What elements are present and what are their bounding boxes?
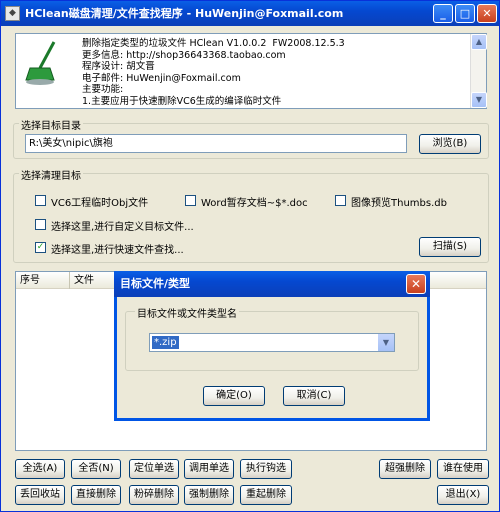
maximize-button[interactable]: □ — [455, 4, 475, 23]
ok-button[interactable]: 确定(O) — [203, 386, 265, 406]
who-uses-button[interactable]: 谁在使用 — [437, 459, 489, 479]
target-type-value[interactable]: *.zip — [152, 336, 179, 349]
app-icon: ◆ — [5, 6, 20, 21]
target-dir-field[interactable]: R:\美女\nipic\旗袍 — [25, 134, 407, 153]
recycle-button[interactable]: 丢回收站 — [15, 485, 65, 505]
exec-checked-button[interactable]: 执行钩选 — [240, 459, 292, 479]
word-temp-checkbox[interactable] — [185, 195, 196, 206]
thumbs-db-label: 图像预览Thumbs.db — [351, 198, 447, 209]
thumbs-db-checkbox[interactable] — [335, 195, 346, 206]
target-type-combo[interactable]: *.zip ▼ — [149, 333, 395, 352]
cancel-button[interactable]: 取消(C) — [283, 386, 345, 406]
word-temp-label: Word暂存文档~$*.doc — [201, 198, 308, 209]
dialog-group-label: 目标文件或文件类型名 — [135, 305, 239, 320]
quick-find-label: 选择这里,进行快速文件查找... — [51, 245, 184, 256]
minimize-button[interactable]: _ — [433, 4, 453, 23]
locate-single-button[interactable]: 定位单选 — [129, 459, 179, 479]
main-window: ◆ HClean磁盘清理/文件查找程序 - HuWenjin@Foxmail.c… — [0, 0, 500, 512]
custom-target-label: 选择这里,进行自定义目标文件... — [51, 222, 194, 233]
select-none-button[interactable]: 全否(N) — [71, 459, 121, 479]
scroll-down-icon[interactable]: ▼ — [471, 92, 487, 108]
dialog-title-text: 目标文件/类型 — [120, 277, 191, 290]
info-scrollbar[interactable]: ▲ ▼ — [470, 34, 487, 108]
chevron-down-icon[interactable]: ▼ — [377, 334, 394, 351]
super-delete-button[interactable]: 超强删除 — [379, 459, 431, 479]
force-delete-button[interactable]: 强制删除 — [184, 485, 234, 505]
reboot-delete-button[interactable]: 重起删除 — [240, 485, 292, 505]
custom-target-checkbox[interactable] — [35, 219, 46, 230]
target-dir-label: 选择目标目录 — [19, 117, 83, 132]
info-text: 删除指定类型的垃圾文件 HClean V1.0.0.2 FW2008.12.5.… — [82, 38, 345, 107]
invoke-single-button[interactable]: 调用单选 — [184, 459, 234, 479]
title-bar: ◆ HClean磁盘清理/文件查找程序 - HuWenjin@Foxmail.c… — [1, 1, 499, 26]
info-panel: 删除指定类型的垃圾文件 HClean V1.0.0.2 FW2008.12.5.… — [15, 33, 487, 109]
exit-button[interactable]: 退出(X) — [437, 485, 489, 505]
scan-button[interactable]: 扫描(S) — [419, 237, 481, 257]
broom-logo-icon — [25, 41, 56, 85]
dialog-close-icon[interactable]: ✕ — [406, 274, 426, 294]
quick-find-checkbox[interactable]: ✓ — [35, 242, 46, 253]
window-title: HClean磁盘清理/文件查找程序 - HuWenjin@Foxmail.com — [25, 7, 344, 20]
close-button[interactable]: ✕ — [477, 4, 497, 23]
dialog-title: 目标文件/类型 ✕ — [114, 271, 430, 297]
column-header-index[interactable]: 序号 — [16, 272, 70, 289]
browse-button[interactable]: 浏览(B) — [419, 134, 481, 154]
scroll-up-icon[interactable]: ▲ — [471, 34, 487, 50]
vc6-obj-label: VC6工程临时Obj文件 — [51, 198, 149, 209]
direct-delete-button[interactable]: 直接删除 — [71, 485, 121, 505]
target-type-dialog: 目标文件/类型 ✕ 目标文件或文件类型名 *.zip ▼ 确定(O) 取消(C) — [114, 271, 430, 421]
shred-delete-button[interactable]: 粉碎删除 — [129, 485, 179, 505]
vc6-obj-checkbox[interactable] — [35, 195, 46, 206]
select-all-button[interactable]: 全选(A) — [15, 459, 65, 479]
clean-target-label: 选择清理目标 — [19, 167, 83, 182]
